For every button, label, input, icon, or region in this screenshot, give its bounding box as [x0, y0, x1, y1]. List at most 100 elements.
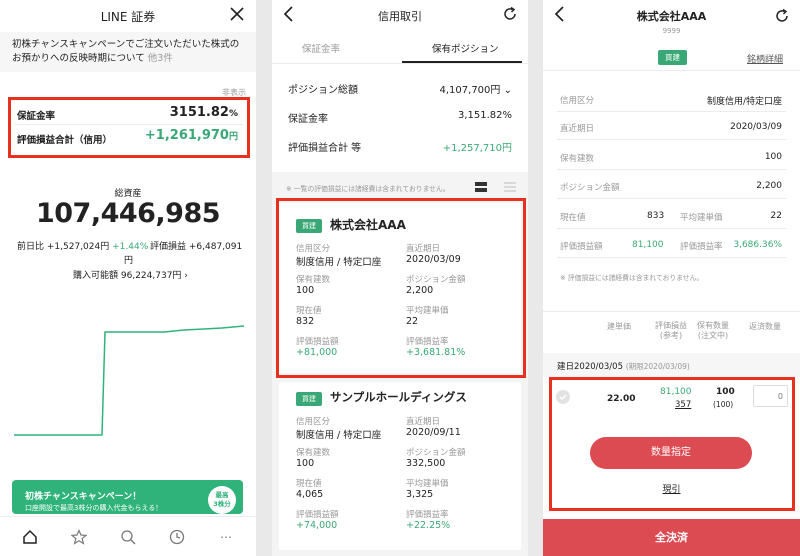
field-value: 4,065: [296, 489, 324, 500]
notice-banner[interactable]: 初株チャンスキャンペーンでご注文いただいた株式の お預かりへの反映時期について …: [0, 32, 256, 72]
col-qty: 保有数量 (注文中): [697, 321, 729, 340]
buy-badge: 買建: [296, 392, 322, 406]
lot-qty-ordering: (100): [713, 400, 734, 409]
stock-detail-link[interactable]: 銘柄詳細: [747, 52, 783, 65]
pl-total-value: +1,261,970円: [144, 128, 238, 143]
field-label: ポジション金額: [406, 448, 466, 458]
campaign-sub: 口座開設で最高3株分の購入代金もらえる！: [25, 504, 163, 512]
field-value: 3,325: [406, 489, 434, 500]
star-icon[interactable]: [71, 529, 87, 545]
field-label: 平均建単価: [406, 479, 449, 489]
field-label: 現在値: [296, 479, 322, 489]
campaign-banner[interactable]: 初株チャンスキャンペーン！ 口座開設で最高3株分の購入代金もらえる！ 最高 3株分: [12, 480, 243, 514]
pl-rate-label: 評価損益率: [680, 242, 723, 252]
detail-value: 2020/03/09: [730, 122, 782, 132]
stock-code: 9999: [662, 27, 681, 35]
detail-value: 制度信用/特定口座: [706, 97, 782, 107]
margin-rate-label: 保証金率: [288, 114, 328, 125]
tab-positions[interactable]: 保有ポジション: [432, 41, 499, 55]
field-value: 制度信用 / 特定口座: [296, 430, 382, 441]
detail-note: ※ 評価損益には諸経費は含まれておりません。: [560, 274, 704, 282]
return-qty-input[interactable]: [753, 385, 788, 407]
chevron-right-icon: ›: [184, 271, 188, 281]
position-card[interactable]: 買建 サンプルホールディングス 信用区分 制度信用 / 特定口座 直近期日 20…: [279, 382, 521, 550]
qty-specify-button[interactable]: 数量指定: [590, 437, 752, 469]
notice-more[interactable]: 他3件: [148, 53, 173, 64]
notice-line2: お預かりへの反映時期について: [12, 53, 145, 64]
more-icon[interactable]: …: [220, 527, 232, 541]
pl-value: +1,257,710円: [442, 143, 512, 154]
detail-label: 直近期日: [560, 124, 595, 134]
avg-price-label: 平均建単価: [680, 213, 723, 223]
current-price-label: 現在値: [560, 213, 586, 223]
asset-line: [14, 325, 244, 436]
margin-rate-label: 保証金率: [17, 111, 56, 122]
position-card-highlight: [276, 198, 526, 378]
lot-pl-sub: 357: [675, 400, 692, 410]
refresh-icon[interactable]: [774, 8, 790, 24]
tab-margin-rate[interactable]: 保証金率: [302, 41, 340, 55]
position-total-value[interactable]: 4,107,700円 ⌄: [440, 81, 512, 96]
pl-total-label: 評価損益合計（信用）: [17, 135, 113, 146]
field-value: 2020/09/11: [406, 427, 461, 438]
total-assets-value: 107,446,985: [35, 198, 221, 229]
field-label: 評価損益率: [406, 510, 449, 520]
pl-rate-value: 3,686.36%: [733, 240, 782, 250]
pl-amount-label: 評価損益額: [560, 242, 603, 252]
avg-price-value: 22: [770, 211, 782, 221]
position-total-label: ポジション総額: [288, 85, 358, 96]
build-date-bar: 建日2020/03/05 (期限2020/03/09): [543, 353, 800, 377]
buy-badge: 買建: [658, 50, 687, 65]
buying-power[interactable]: 購入可能額 96,224,737円 ›: [73, 268, 188, 281]
close-icon[interactable]: [229, 6, 245, 22]
refresh-icon[interactable]: [502, 6, 518, 22]
detail-label: ポジション金額: [560, 183, 620, 193]
eval-pl: 評価損益 +6,487,091: [150, 242, 243, 252]
position-summary: ポジション総額 4,107,700円 ⌄ 保証金率 3,151.82% 評価損益…: [272, 64, 528, 172]
margin-header: 信用取引 保証金率 保有ポジション: [272, 0, 528, 64]
clock-icon[interactable]: [169, 529, 185, 545]
lot-pl: 81,100: [660, 387, 692, 397]
panel-position-detail: 株式会社AAA 9999 買建 銘柄詳細 信用区分 制度信用/特定口座 直近期日…: [543, 0, 800, 556]
build-date: 建日2020/03/05: [557, 362, 623, 372]
chevron-down-icon: ⌄: [503, 85, 512, 96]
lot-price: 22.00: [607, 394, 636, 404]
notice-line1: 初株チャンスキャンペーンでご注文いただいた株式の: [12, 39, 240, 50]
margin-rate-value: 3151.82%: [169, 105, 238, 120]
deadline: (期限2020/03/09): [625, 362, 690, 371]
asset-chart: [14, 320, 244, 440]
field-value: +74,000: [296, 520, 338, 531]
home-header: LINE 証券: [0, 0, 256, 30]
col-pl: 評価損益 (参考): [655, 321, 687, 340]
list-note: ※ 一覧の評価損益には諸経費は含まれておりません。: [286, 185, 450, 193]
card-view-icon[interactable]: [475, 182, 487, 192]
home-icon[interactable]: [22, 529, 38, 545]
field-label: 保有建数: [296, 448, 331, 458]
pl-label: 評価損益合計 等: [288, 143, 362, 154]
panel-home: LINE 証券 初株チャンスキャンペーンでご注文いただいた株式の お預かりへの反…: [0, 0, 256, 556]
detail-value: 100: [764, 152, 782, 162]
lot-checkbox[interactable]: [556, 390, 570, 404]
bottom-nav: …: [0, 516, 256, 556]
current-price-value: 833: [647, 211, 665, 221]
panel-margin-trading: 信用取引 保証金率 保有ポジション ポジション総額 4,107,700円 ⌄ 保…: [272, 0, 528, 556]
col-build-price: 建単価: [607, 322, 631, 331]
field-value: +22.25%: [406, 520, 451, 531]
field-value: 100: [296, 458, 315, 469]
campaign-badge: 最高 3株分: [208, 486, 236, 514]
field-label: 直近期日: [406, 417, 441, 427]
list-view-icon[interactable]: [504, 182, 516, 192]
campaign-title: 初株チャンスキャンペーン！: [25, 492, 142, 502]
pl-amount-value: 81,100: [632, 240, 664, 250]
stock-title: 株式会社AAA: [636, 10, 707, 23]
detail-value: 2,200: [756, 181, 782, 191]
lot-qty: 100: [716, 387, 735, 397]
search-icon[interactable]: [120, 529, 136, 545]
field-value: 332,500: [406, 458, 446, 469]
settle-all-button[interactable]: 全決済: [543, 519, 800, 556]
page-title: 信用取引: [378, 10, 422, 23]
margin-rate-value: 3,151.82%: [457, 110, 512, 121]
field-label: 評価損益額: [296, 510, 339, 520]
stock-name: サンプルホールディングス: [330, 390, 467, 404]
delivery-link[interactable]: 現引: [543, 482, 800, 495]
